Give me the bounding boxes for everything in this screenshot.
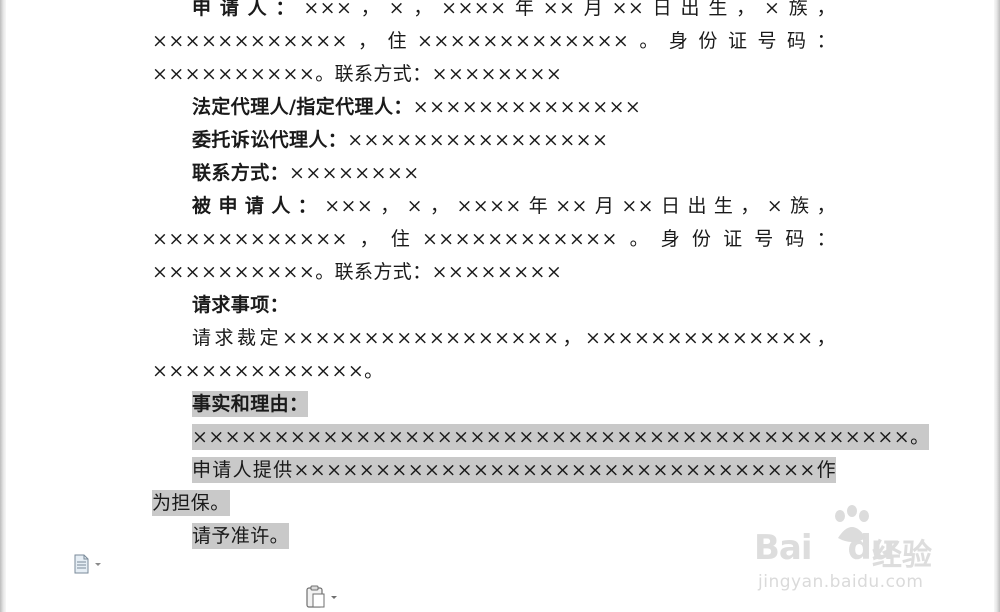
baidu-paw-icon (835, 505, 869, 542)
page-shadow-left (0, 0, 6, 612)
label-facts: 事实和理由： (192, 393, 309, 415)
watermark-suffix: 经验 (872, 538, 932, 573)
paragraph-requests-heading[interactable]: 请求事项： (152, 289, 836, 322)
paragraph-closing[interactable]: 请予准许。 (152, 520, 836, 553)
watermark-url: jingyan.baidu.com (758, 572, 924, 592)
page-shadow-right (994, 0, 1000, 612)
text-facts: ××××××××××××××××××××××××××××××××××××××××… (192, 426, 930, 448)
paragraph-guarantee[interactable]: 申请人提供××××××××××××××××××××××××××××××××作为担… (152, 454, 836, 520)
paragraph-facts-heading[interactable]: 事实和理由： (152, 388, 836, 421)
text-requests: 请求裁定×××××××××××××××××，××××××××××××××，×××… (152, 327, 836, 382)
text-contact: ×××××××× (289, 162, 420, 184)
label-requests: 请求事项： (192, 294, 290, 316)
paragraph-facts[interactable]: ××××××××××××××××××××××××××××××××××××××××… (152, 421, 930, 454)
paragraph-applicant[interactable]: 申请人：×××，×，××××年××月××日出生，×族，××××××××××××，… (152, 0, 836, 91)
paragraph-contact[interactable]: 联系方式：×××××××× (152, 157, 836, 190)
label-litigation-agent: 委托诉讼代理人： (192, 129, 348, 151)
label-applicant: 申请人： (192, 0, 304, 19)
paragraph-litigation-agent[interactable]: 委托诉讼代理人：×××××××××××××××× (152, 124, 836, 157)
paragraph-requests[interactable]: 请求裁定×××××××××××××××××，××××××××××××××，×××… (152, 322, 836, 388)
paste-document-icon[interactable] (72, 553, 102, 575)
paste-options-icon[interactable] (304, 585, 340, 609)
label-respondent: 被申请人： (192, 195, 325, 217)
label-contact: 联系方式： (192, 162, 290, 184)
paragraph-respondent[interactable]: 被申请人：×××，×，××××年××月××日出生，×族，××××××××××××… (152, 190, 836, 289)
document-body[interactable]: 申请人：×××，×，××××年××月××日出生，×族，××××××××××××，… (152, 0, 930, 553)
text-litigation-agent: ×××××××××××××××× (347, 129, 609, 151)
baidu-jingyan-watermark: Bai du 经验 jingyan.baidu.com (754, 500, 974, 610)
text-closing: 请予准许。 (192, 525, 290, 547)
text-legal-agent: ×××××××××××××× (412, 96, 642, 118)
label-legal-agent: 法定代理人/指定代理人： (192, 96, 413, 118)
document-viewport: 申请人：×××，×，××××年××月××日出生，×族，××××××××××××，… (0, 0, 1000, 612)
paragraph-legal-agent[interactable]: 法定代理人/指定代理人：×××××××××××××× (152, 91, 836, 124)
text-guarantee: 申请人提供××××××××××××××××××××××××××××××××作为担… (152, 459, 836, 514)
